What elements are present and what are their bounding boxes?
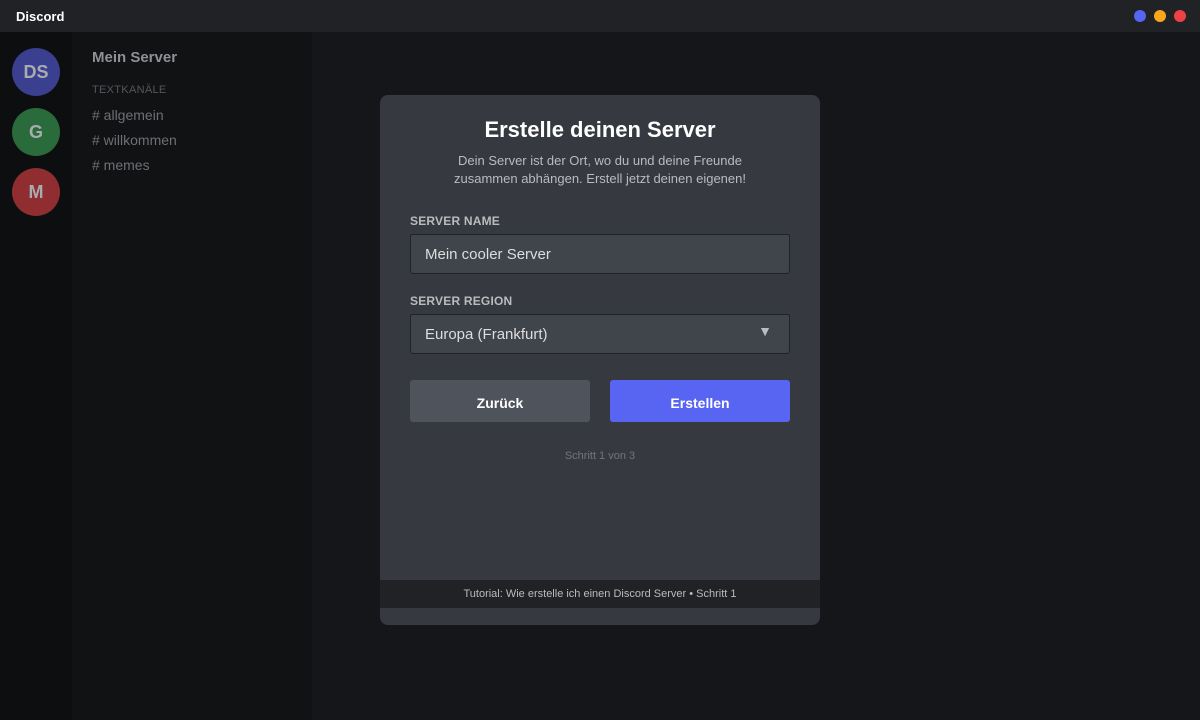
channel-item-memes[interactable]: # memes xyxy=(92,157,150,173)
server-icon-g[interactable]: G xyxy=(12,108,60,156)
step-indicator: Schritt 1 von 3 xyxy=(564,450,636,462)
window-dot-close[interactable] xyxy=(1174,10,1186,22)
server-name-label: SERVER NAME xyxy=(410,214,500,228)
server-icon-ds[interactable]: DS xyxy=(12,48,60,96)
chevron-down-icon: ▼ xyxy=(758,323,772,339)
window-dot-blue[interactable] xyxy=(1134,10,1146,22)
server-region-label: SERVER REGION xyxy=(410,294,513,308)
modal-subtitle: Dein Server ist der Ort, wo du und deine… xyxy=(454,153,746,186)
tutorial-caption: Tutorial: Wie erstelle ich einen Discord… xyxy=(380,580,820,608)
server-name-header[interactable]: Mein Server xyxy=(92,49,177,66)
server-icon-label: G xyxy=(28,121,43,142)
title-bar: Discord xyxy=(0,0,1200,32)
tutorial-caption-text: Tutorial: Wie erstelle ich einen Discord… xyxy=(463,588,737,600)
server-region-select[interactable]: Europa (Frankfurt) ▼ xyxy=(410,314,790,354)
create-button[interactable]: Erstellen xyxy=(610,380,790,422)
channel-category: TEXTKANÄLE xyxy=(92,84,167,96)
back-button[interactable]: Zurück xyxy=(410,380,590,422)
create-server-modal: Erstelle deinen Server Dein Server ist d… xyxy=(380,95,820,625)
channel-item-allgemein[interactable]: # allgemein xyxy=(92,107,164,123)
server-name-value: Mein cooler Server xyxy=(425,246,551,263)
modal-title: Erstelle deinen Server xyxy=(484,117,716,142)
server-icon-label: M xyxy=(28,181,44,202)
server-name-input[interactable]: Mein cooler Server xyxy=(410,234,790,274)
server-icon-label: DS xyxy=(23,61,49,82)
window-dot-minimize[interactable] xyxy=(1154,10,1166,22)
app-title: Discord xyxy=(16,9,65,24)
channel-sidebar: Mein Server TEXTKANÄLE # allgemein # wil… xyxy=(72,32,312,720)
server-rail: DS G M xyxy=(0,32,72,720)
server-region-value: Europa (Frankfurt) xyxy=(425,326,548,343)
channel-item-willkommen[interactable]: # willkommen xyxy=(92,132,177,148)
server-icon-m[interactable]: M xyxy=(12,168,60,216)
